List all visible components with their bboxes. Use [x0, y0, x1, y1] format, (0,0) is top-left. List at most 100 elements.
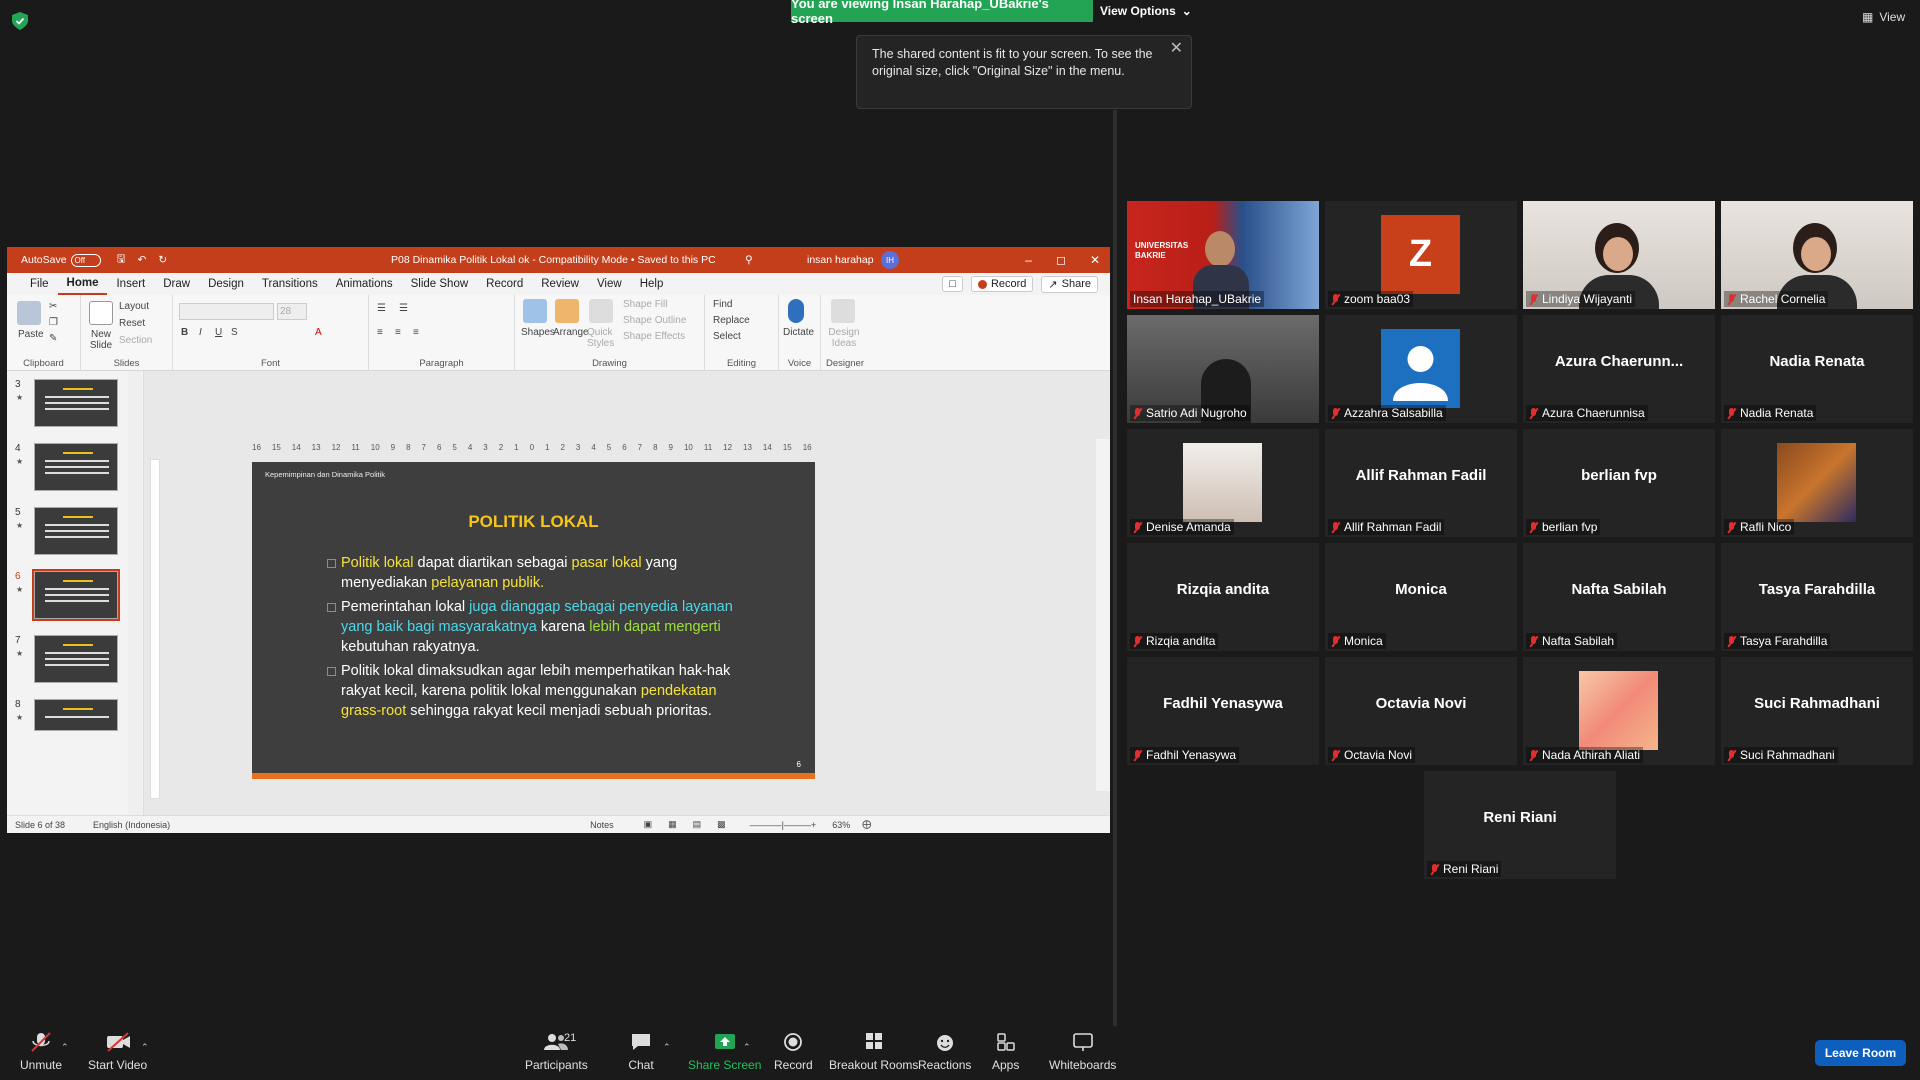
numbering-icon[interactable]: ☰	[399, 303, 408, 314]
user-name[interactable]: insan harahap	[807, 254, 874, 266]
shapes-icon[interactable]	[523, 299, 547, 323]
underline-icon[interactable]: U	[215, 327, 222, 338]
unmute-button[interactable]: Unmute	[20, 1032, 62, 1072]
participant-tile[interactable]: Suci Rahmadhani Suci Rahmadhani	[1721, 657, 1913, 765]
select-button[interactable]: Select	[713, 331, 741, 342]
reset-button[interactable]: Reset	[119, 318, 145, 329]
split-divider[interactable]	[1113, 110, 1117, 1026]
thumb-image[interactable]	[34, 379, 118, 427]
participant-tile[interactable]: Reni Riani Reni Riani	[1424, 771, 1616, 879]
shape-outline-button[interactable]: Shape Outline	[623, 315, 686, 326]
arrange-icon[interactable]	[555, 299, 579, 323]
participant-tile[interactable]: Nafta Sabilah Nafta Sabilah	[1523, 543, 1715, 651]
quick-styles-label[interactable]: Quick Styles	[587, 327, 617, 349]
zoom-slider[interactable]: –———|———+	[750, 820, 817, 830]
align-left-icon[interactable]: ≡	[377, 327, 383, 338]
start-video-button[interactable]: Start Video	[88, 1032, 147, 1072]
shapes-label[interactable]: Shapes	[521, 327, 555, 338]
save-icon[interactable]: 🖫	[117, 251, 126, 269]
tab-design[interactable]: Design	[199, 273, 253, 295]
slide-canvas[interactable]: Kepemimpinan dan Dinamika Politik POLITI…	[252, 462, 815, 779]
paste-icon[interactable]	[17, 301, 41, 325]
tab-record[interactable]: Record	[477, 273, 532, 295]
thumbnails-scrollbar[interactable]	[128, 371, 142, 815]
chat-options-caret-icon[interactable]: ⌃	[663, 1042, 671, 1053]
bullets-icon[interactable]: ☰	[377, 303, 386, 314]
language-indicator[interactable]: English (Indonesia)	[93, 820, 170, 830]
participant-tile[interactable]: Satrio Adi Nugroho	[1127, 315, 1319, 423]
record-button-zoom[interactable]: Record	[774, 1032, 813, 1072]
slide-thumbnails-pane[interactable]: 3 ★ 4 ★ 5 ★ 6 ★ 7 ★ 8 ★	[7, 371, 144, 815]
bold-icon[interactable]: B	[181, 327, 188, 338]
zoom-level[interactable]: 63%	[832, 820, 850, 830]
participant-tile[interactable]: Monica Monica	[1325, 543, 1517, 651]
close-window-icon[interactable]: ✕	[1090, 253, 1100, 267]
font-color-icon[interactable]: A	[315, 327, 322, 338]
leave-room-button[interactable]: Leave Room	[1815, 1040, 1906, 1066]
user-avatar[interactable]: IH	[881, 251, 899, 269]
quick-styles-icon[interactable]	[589, 299, 613, 323]
tab-slide-show[interactable]: Slide Show	[402, 273, 478, 295]
share-button[interactable]: ↗ Share	[1041, 275, 1098, 293]
participant-tile[interactable]: Fadhil Yenasywa Fadhil Yenasywa	[1127, 657, 1319, 765]
align-right-icon[interactable]: ≡	[413, 327, 419, 338]
tab-home[interactable]: Home	[57, 273, 108, 295]
dictate-label[interactable]: Dictate	[783, 327, 814, 338]
normal-view-icon[interactable]: ▣	[644, 819, 653, 830]
fit-slide-icon[interactable]: ⨁	[862, 819, 871, 830]
tab-review[interactable]: Review	[532, 273, 588, 295]
strikethrough-icon[interactable]: S	[231, 327, 238, 338]
breakout-rooms-button[interactable]: Breakout Rooms	[829, 1032, 918, 1072]
design-ideas-icon[interactable]	[831, 299, 855, 323]
paste-label[interactable]: Paste	[18, 329, 44, 340]
autosave-toggle[interactable]: AutoSave Off 🖫 ↶ ↻	[21, 251, 167, 269]
chat-button[interactable]: Chat	[628, 1032, 654, 1072]
cut-icon[interactable]: ✂	[49, 301, 57, 312]
tab-draw[interactable]: Draw	[154, 273, 199, 295]
slide-title[interactable]: POLITIK LOKAL	[252, 512, 815, 532]
redo-icon[interactable]: ↻	[158, 254, 167, 266]
search-icon[interactable]: ⚲	[745, 254, 753, 266]
participant-tile[interactable]: Azzahra Salsabilla	[1325, 315, 1517, 423]
gallery-view-button[interactable]: ▦ View	[1862, 10, 1905, 24]
new-slide-icon[interactable]	[89, 301, 113, 325]
tab-animations[interactable]: Animations	[327, 273, 402, 295]
section-button[interactable]: Section	[119, 335, 152, 346]
participant-tile[interactable]: Rizqia andita Rizqia andita	[1127, 543, 1319, 651]
reading-view-icon[interactable]: ▤	[693, 819, 702, 830]
thumb-image[interactable]	[34, 699, 118, 731]
slide-scrollbar[interactable]	[1096, 439, 1110, 791]
tab-transitions[interactable]: Transitions	[253, 273, 327, 295]
arrange-label[interactable]: Arrange	[553, 327, 589, 338]
participant-tile[interactable]: Nadia Renata Nadia Renata	[1721, 315, 1913, 423]
reactions-button[interactable]: Reactions	[918, 1032, 971, 1072]
find-button[interactable]: Find	[713, 299, 732, 310]
thumb-image[interactable]	[34, 443, 118, 491]
align-center-icon[interactable]: ≡	[395, 327, 401, 338]
dictate-icon[interactable]	[788, 299, 804, 323]
undo-icon[interactable]: ↶	[138, 254, 147, 266]
slideshow-icon[interactable]: ▩	[717, 819, 726, 830]
view-options-button[interactable]: View Options ⌄	[1100, 0, 1192, 22]
copy-icon[interactable]: ❐	[49, 317, 58, 328]
document-title[interactable]: P08 Dinamika Politik Lokal ok - Compatib…	[391, 254, 716, 266]
participant-tile[interactable]: Octavia Novi Octavia Novi	[1325, 657, 1517, 765]
italic-icon[interactable]: I	[199, 327, 202, 338]
tab-view[interactable]: View	[588, 273, 631, 295]
thumb-image[interactable]	[34, 635, 118, 683]
whiteboards-button[interactable]: Whiteboards	[1049, 1032, 1116, 1072]
close-icon[interactable]: ✕	[1170, 40, 1183, 57]
shape-effects-button[interactable]: Shape Effects	[623, 331, 685, 342]
font-name-box[interactable]	[179, 303, 274, 320]
participant-tile[interactable]: Rafli Nico	[1721, 429, 1913, 537]
participant-tile[interactable]: Nada Athirah Aliati	[1523, 657, 1715, 765]
apps-button[interactable]: Apps	[992, 1032, 1019, 1072]
shape-fill-button[interactable]: Shape Fill	[623, 299, 667, 310]
audio-options-caret-icon[interactable]: ⌃	[61, 1042, 69, 1053]
layout-button[interactable]: Layout	[119, 301, 149, 312]
comments-icon[interactable]: □	[942, 276, 963, 292]
format-painter-icon[interactable]: ✎	[49, 333, 57, 344]
design-ideas-label[interactable]: Design Ideas	[827, 327, 861, 349]
replace-button[interactable]: Replace	[713, 315, 750, 326]
participant-tile[interactable]: Rachel Cornelia	[1721, 201, 1913, 309]
